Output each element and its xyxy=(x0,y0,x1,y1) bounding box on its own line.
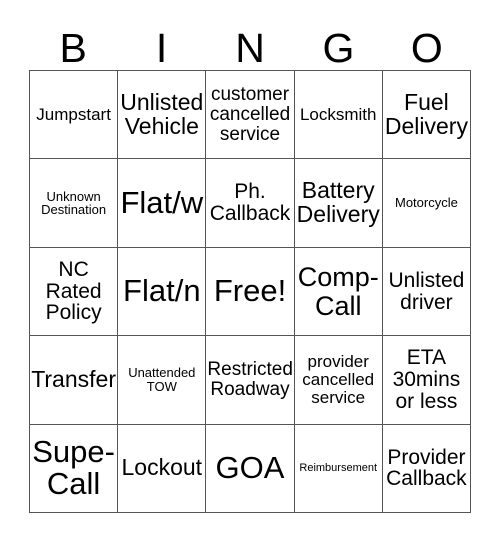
bingo-header-letter-n: N xyxy=(235,25,265,71)
bingo-cell[interactable]: Jumpstart xyxy=(30,71,119,160)
bingo-cell-label: Unlisted driver xyxy=(388,268,465,314)
bingo-cell[interactable]: Unattended TOW xyxy=(118,336,207,425)
bingo-header-row: B I N G O xyxy=(29,14,471,70)
bingo-cell[interactable]: ETA 30mins or less xyxy=(382,336,472,425)
bingo-cell-label: Free! xyxy=(213,273,287,309)
bingo-cell-label: Restricted Roadway xyxy=(207,359,293,400)
bingo-cell-label: Lockout xyxy=(121,454,203,481)
bingo-cell[interactable]: Provider Callback xyxy=(382,424,472,514)
bingo-cell[interactable]: customer cancelled service xyxy=(206,71,295,160)
bingo-cell-label: Flat/w xyxy=(120,184,204,220)
bingo-header-letter-g: G xyxy=(322,25,355,71)
bingo-cell[interactable]: Motorcycle xyxy=(382,159,472,248)
bingo-cell-label: Unknown Destination xyxy=(41,188,107,218)
bingo-cell[interactable]: NC Rated Policy xyxy=(30,247,119,337)
bingo-cell[interactable]: Comp- Call xyxy=(294,247,383,337)
bingo-free-cell[interactable]: Free! xyxy=(206,247,295,337)
bingo-row: Jumpstart Unlisted Vehicle customer canc… xyxy=(30,71,472,160)
bingo-row: Unknown Destination Flat/w Ph. Callback … xyxy=(30,159,472,248)
bingo-cell[interactable]: Unlisted Vehicle xyxy=(118,71,207,160)
bingo-cell[interactable]: Flat/w xyxy=(118,159,207,248)
bingo-cell-label: Motorcycle xyxy=(394,195,458,211)
bingo-cell-label: Unlisted Vehicle xyxy=(120,88,204,139)
bingo-row: NC Rated Policy Flat/n Free! Comp- Call … xyxy=(30,247,472,337)
bingo-cell-label: provider cancelled service xyxy=(302,352,375,407)
bingo-cell[interactable]: Unknown Destination xyxy=(30,159,119,248)
bingo-card: B I N G O Jumpstart Unlisted Vehicle cus… xyxy=(0,0,500,544)
bingo-cell[interactable]: Transfer xyxy=(30,336,119,425)
bingo-cell-label: Unattended TOW xyxy=(128,365,196,394)
bingo-cell-label: Flat/n xyxy=(123,273,201,309)
bingo-cell-label: GOA xyxy=(215,450,285,486)
bingo-cell-label: Jumpstart xyxy=(36,104,111,124)
bingo-cell-label: Fuel Delivery xyxy=(384,88,468,139)
bingo-row: Supe- Call Lockout GOA Reimbursement Pro… xyxy=(30,424,472,514)
bingo-header-letter-b: B xyxy=(59,25,87,71)
bingo-cell[interactable]: Lockout xyxy=(118,424,207,514)
bingo-cell[interactable]: Ph. Callback xyxy=(206,159,295,248)
bingo-cell[interactable]: Locksmith xyxy=(294,71,383,160)
bingo-cell-label: Supe- Call xyxy=(32,434,115,502)
bingo-cell[interactable]: Flat/n xyxy=(118,247,207,337)
bingo-cell[interactable]: Unlisted driver xyxy=(382,247,472,337)
bingo-cell-label: Transfer xyxy=(31,365,116,392)
bingo-header-letter-i: I xyxy=(155,25,168,71)
bingo-cell[interactable]: Supe- Call xyxy=(30,424,119,514)
bingo-header-letter-o: O xyxy=(410,25,443,71)
bingo-cell-label: Provider Callback xyxy=(386,445,467,491)
bingo-cell-label: Reimbursement xyxy=(299,461,378,474)
bingo-cell-label: NC Rated Policy xyxy=(45,257,102,325)
bingo-cell-label: ETA 30mins or less xyxy=(392,346,461,413)
bingo-cell-label: Battery Delivery xyxy=(296,177,380,228)
bingo-cell[interactable]: Battery Delivery xyxy=(294,159,383,248)
bingo-cell-label: Comp- Call xyxy=(297,262,379,321)
bingo-cell[interactable]: Reimbursement xyxy=(294,424,383,514)
bingo-cell[interactable]: provider cancelled service xyxy=(294,336,383,425)
bingo-cell[interactable]: Fuel Delivery xyxy=(382,71,472,160)
bingo-cell-label: Locksmith xyxy=(299,104,377,124)
bingo-row: Transfer Unattended TOW Restricted Roadw… xyxy=(30,336,472,425)
bingo-cell[interactable]: Restricted Roadway xyxy=(206,336,295,425)
bingo-cell-label: customer cancelled service xyxy=(209,84,291,145)
bingo-cell[interactable]: GOA xyxy=(206,424,295,514)
bingo-cell-label: Ph. Callback xyxy=(209,180,291,226)
bingo-grid: Jumpstart Unlisted Vehicle customer canc… xyxy=(29,70,472,514)
